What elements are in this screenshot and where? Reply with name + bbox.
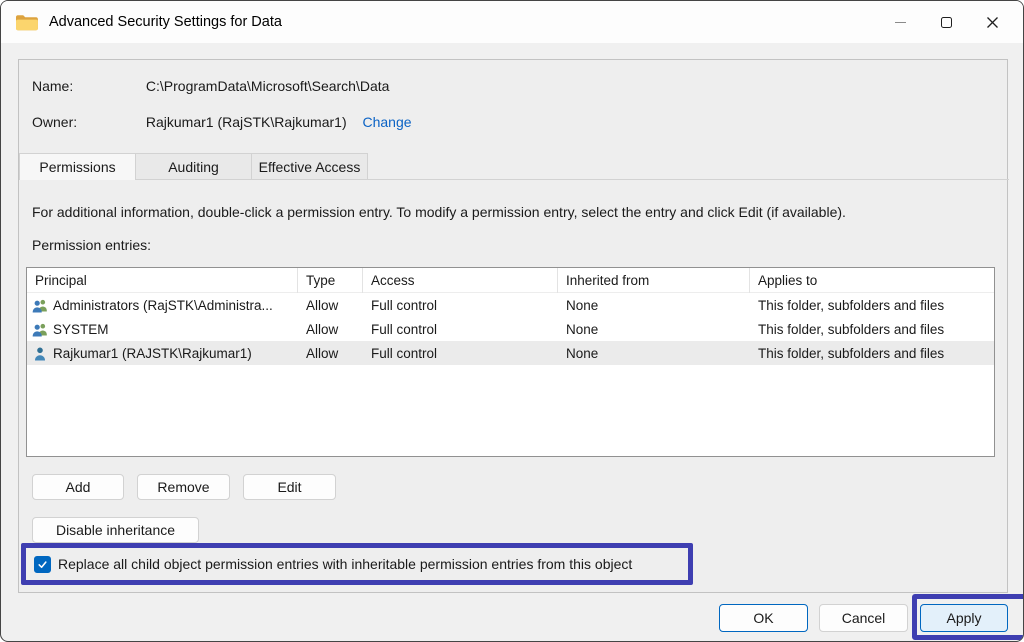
- entry-access: Full control: [363, 322, 558, 337]
- entry-applies-to: This folder, subfolders and files: [750, 322, 994, 337]
- apply-button[interactable]: Apply: [920, 604, 1008, 632]
- name-row: Name: C:\ProgramData\Microsoft\Search\Da…: [32, 78, 389, 94]
- principal-name: SYSTEM: [53, 322, 109, 337]
- minimize-icon: [895, 22, 906, 23]
- tab-permissions[interactable]: Permissions: [19, 153, 136, 180]
- replace-permissions-checkbox[interactable]: [34, 556, 51, 573]
- add-button[interactable]: Add: [32, 474, 124, 500]
- owner-row: Owner: Rajkumar1 (RajSTK\Rajkumar1) Chan…: [32, 114, 412, 130]
- users-icon: [32, 298, 48, 313]
- entry-inherited-from: None: [558, 298, 750, 313]
- ok-button[interactable]: OK: [719, 604, 808, 632]
- info-text: For additional information, double-click…: [32, 204, 846, 220]
- column-header-applies-to[interactable]: Applies to: [750, 268, 994, 293]
- window-controls: [877, 1, 1015, 43]
- tab-strip: Permissions Auditing Effective Access: [19, 153, 1009, 180]
- permission-entries-label: Permission entries:: [32, 237, 151, 253]
- entry-access: Full control: [363, 346, 558, 361]
- column-header-inherited-from[interactable]: Inherited from: [558, 268, 750, 293]
- window-title: Advanced Security Settings for Data: [49, 14, 282, 30]
- principal-name: Rajkumar1 (RAJSTK\Rajkumar1): [53, 346, 252, 361]
- table-row[interactable]: Administrators (RajSTK\Administra... All…: [27, 293, 994, 317]
- tab-auditing[interactable]: Auditing: [135, 153, 252, 179]
- entry-inherited-from: None: [558, 322, 750, 337]
- change-owner-link[interactable]: Change: [363, 114, 412, 130]
- permission-entries-table: Principal Type Access Inherited from App…: [26, 267, 995, 457]
- edit-button[interactable]: Edit: [243, 474, 336, 500]
- user-icon: [32, 346, 48, 361]
- entry-type: Allow: [298, 298, 363, 313]
- entry-type: Allow: [298, 322, 363, 337]
- replace-permissions-label: Replace all child object permission entr…: [58, 556, 632, 572]
- advanced-security-settings-dialog: Advanced Security Settings for Data Name…: [0, 0, 1024, 642]
- close-button[interactable]: [969, 1, 1015, 43]
- minimize-button[interactable]: [877, 1, 923, 43]
- remove-button[interactable]: Remove: [137, 474, 230, 500]
- table-row-selected[interactable]: Rajkumar1 (RAJSTK\Rajkumar1) Allow Full …: [27, 341, 994, 365]
- entry-access: Full control: [363, 298, 558, 313]
- disable-inheritance-button[interactable]: Disable inheritance: [32, 517, 199, 543]
- name-label: Name:: [32, 78, 142, 94]
- replace-permissions-annotation-box: Replace all child object permission entr…: [21, 543, 693, 585]
- principal-name: Administrators (RajSTK\Administra...: [53, 298, 273, 313]
- maximize-button[interactable]: [923, 1, 969, 43]
- table-row[interactable]: SYSTEM Allow Full control None This fold…: [27, 317, 994, 341]
- main-panel: Name: C:\ProgramData\Microsoft\Search\Da…: [18, 59, 1008, 593]
- entry-applies-to: This folder, subfolders and files: [750, 298, 994, 313]
- checkmark-icon: [37, 559, 48, 570]
- owner-value: Rajkumar1 (RajSTK\Rajkumar1): [146, 114, 347, 130]
- tab-effective-access[interactable]: Effective Access: [251, 153, 368, 179]
- entry-type: Allow: [298, 346, 363, 361]
- column-header-access[interactable]: Access: [363, 268, 558, 293]
- column-header-principal[interactable]: Principal: [27, 268, 298, 293]
- cancel-button[interactable]: Cancel: [819, 604, 908, 632]
- close-icon: [986, 16, 999, 29]
- name-value: C:\ProgramData\Microsoft\Search\Data: [146, 78, 390, 94]
- folder-icon: [15, 14, 38, 31]
- entry-applies-to: This folder, subfolders and files: [750, 346, 994, 361]
- table-header: Principal Type Access Inherited from App…: [27, 268, 994, 293]
- entry-inherited-from: None: [558, 346, 750, 361]
- owner-label: Owner:: [32, 114, 142, 130]
- users-icon: [32, 322, 48, 337]
- title-bar: Advanced Security Settings for Data: [1, 1, 1023, 43]
- maximize-icon: [941, 17, 952, 28]
- column-header-type[interactable]: Type: [298, 268, 363, 293]
